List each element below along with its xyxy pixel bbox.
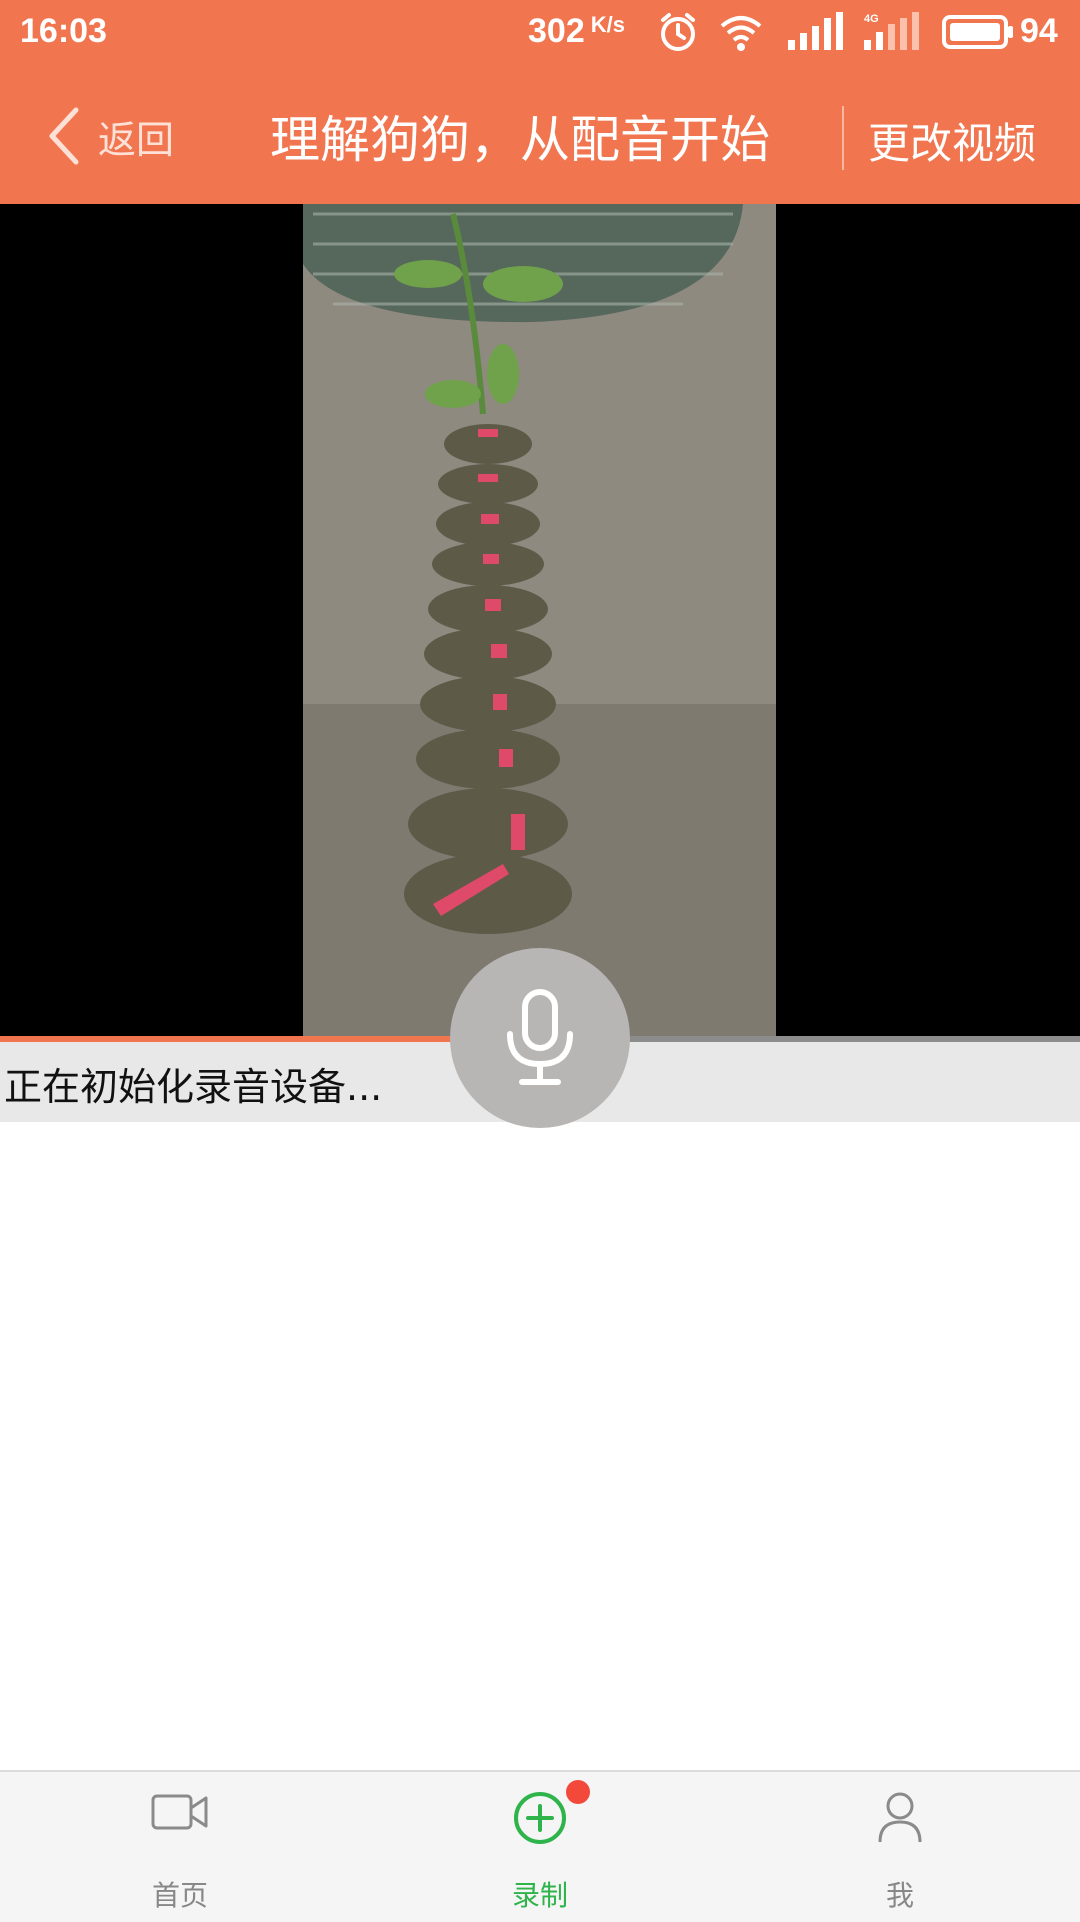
notification-badge: [566, 1780, 590, 1804]
net-speed-value: 302: [528, 12, 585, 50]
net-speed: 302 K/s: [528, 12, 625, 51]
record-button[interactable]: [450, 948, 630, 1128]
tab-home-label: 首页: [151, 1879, 208, 1912]
video-camera-icon: [150, 1790, 210, 1838]
video-player[interactable]: [0, 204, 1080, 1040]
status-bar: 16:03 302 K/s 4G 94: [0, 0, 1080, 66]
alarm-icon: [656, 10, 700, 58]
tab-me[interactable]: 我: [820, 1772, 980, 1922]
net-speed-unit: K/s: [590, 12, 625, 37]
bottom-tab-bar: 首页 录制 我: [0, 1770, 1080, 1922]
person-icon: [876, 1790, 924, 1848]
recording-status-text: 正在初始化录音设备...: [4, 1065, 383, 1109]
wifi-icon: [718, 10, 764, 58]
svg-text:4G: 4G: [864, 13, 879, 25]
battery-icon: [942, 14, 1013, 49]
change-video-button[interactable]: 更改视频: [868, 110, 1036, 171]
back-button[interactable]: 返回: [46, 106, 174, 166]
top-bar: 16:03 302 K/s 4G 94 返回 理解狗狗，从配音开始 更改视频: [0, 0, 1080, 204]
video-frame: [303, 204, 776, 1040]
chevron-left-icon: [49, 107, 79, 165]
microphone-icon: [507, 989, 573, 1085]
back-label: 返回: [98, 117, 175, 162]
signal-4g-icon: 4G: [862, 10, 922, 58]
plus-circle-icon: [512, 1790, 568, 1850]
header-divider: [842, 106, 844, 170]
tab-record[interactable]: 录制: [460, 1772, 620, 1922]
tab-me-label: 我: [885, 1879, 914, 1912]
tab-record-label: 录制: [511, 1879, 568, 1912]
page-title: 理解狗狗，从配音开始: [270, 111, 770, 169]
status-time: 16:03: [20, 12, 107, 50]
nav-bar: 返回 理解狗狗，从配音开始 更改视频: [0, 66, 1080, 204]
tab-home[interactable]: 首页: [100, 1772, 260, 1922]
signal-icon: [786, 10, 844, 58]
battery-level: 94: [1020, 12, 1058, 50]
